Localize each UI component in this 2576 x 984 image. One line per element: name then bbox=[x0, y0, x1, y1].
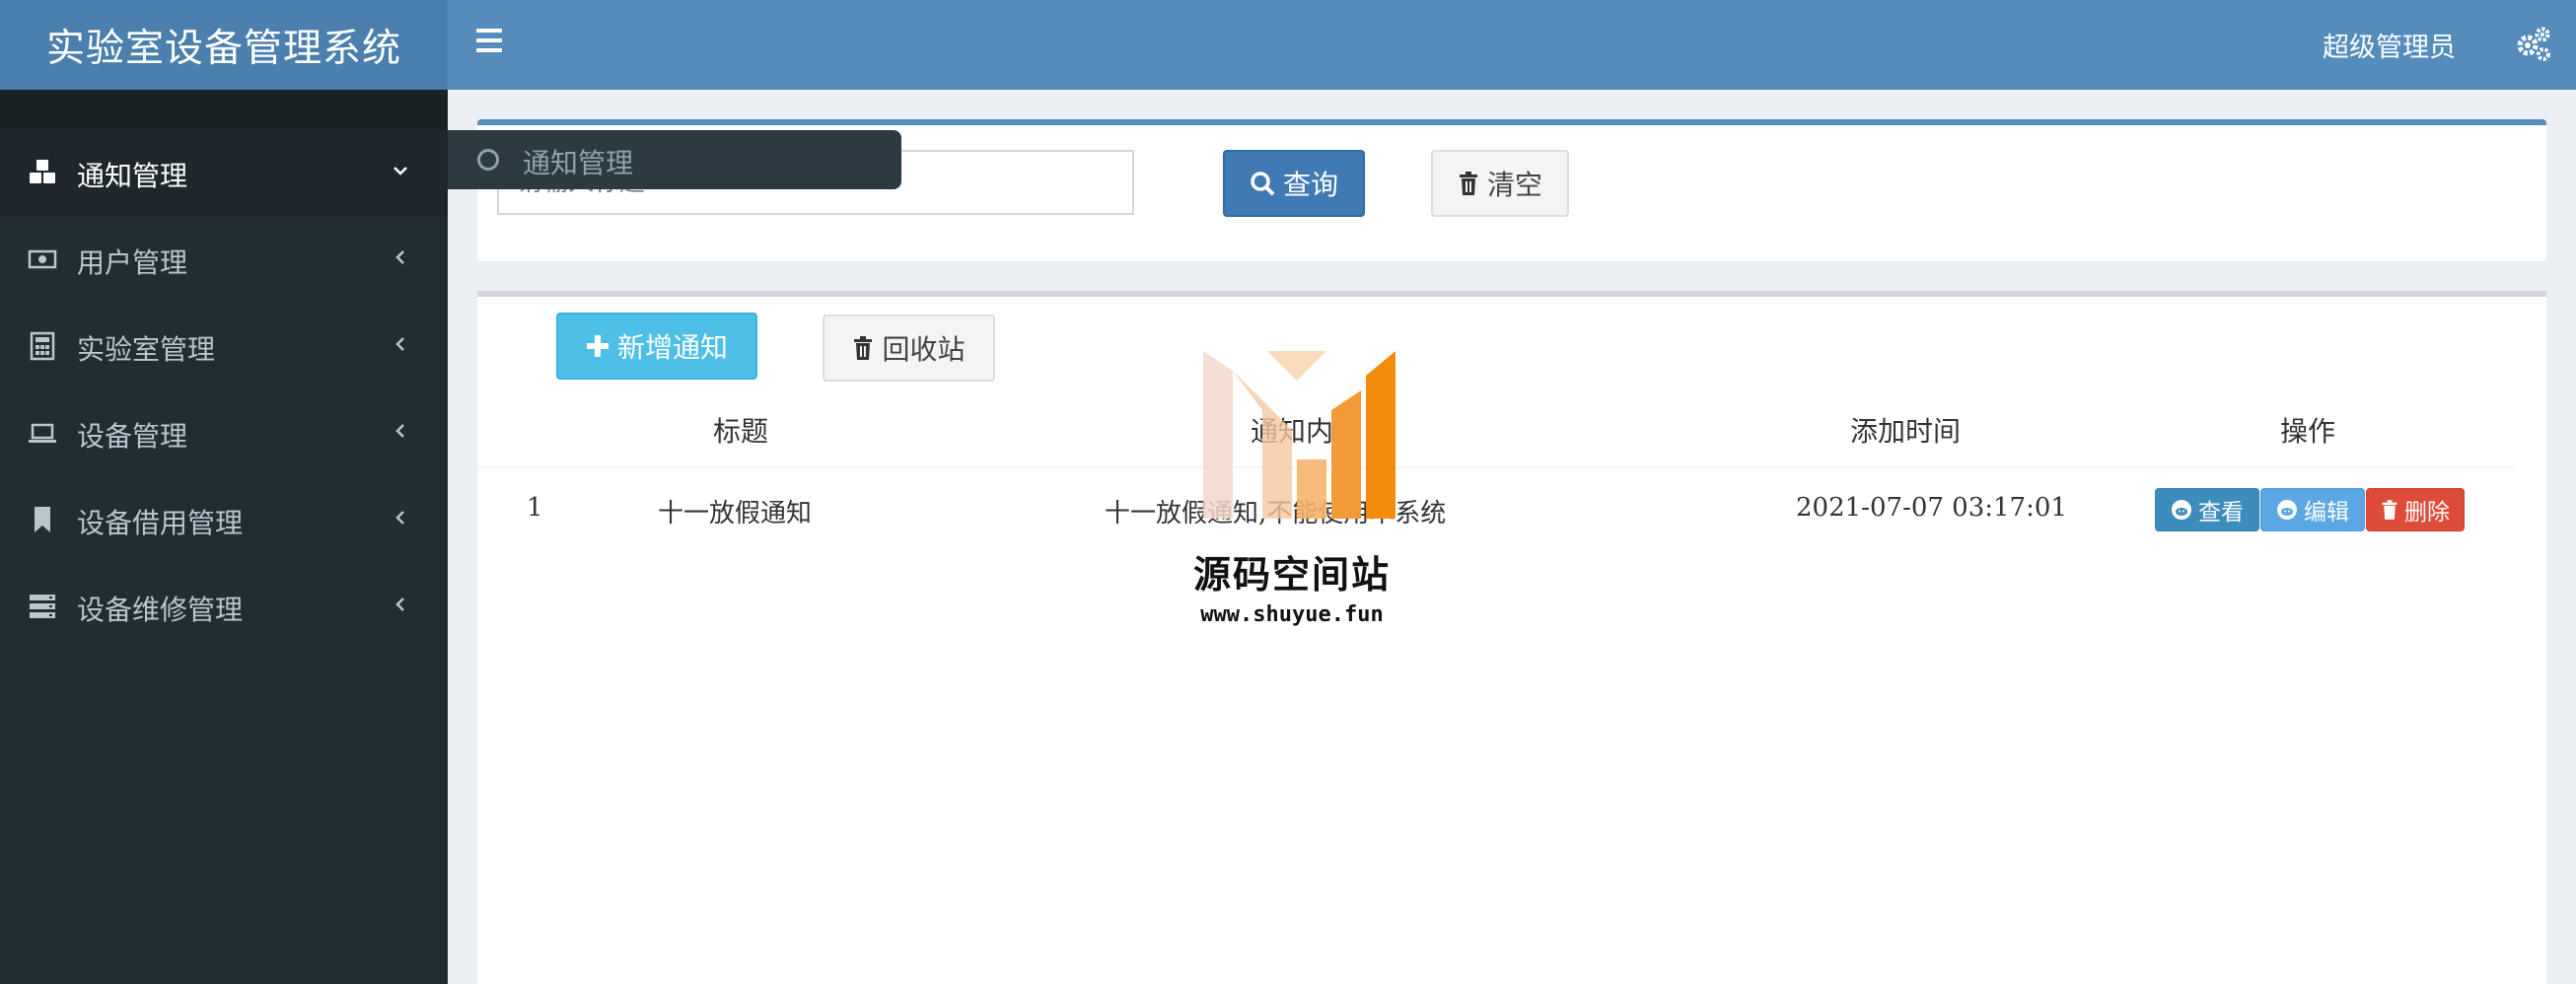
clear-button-label: 清空 bbox=[1486, 169, 1542, 201]
query-button-label: 查询 bbox=[1282, 169, 1338, 201]
query-button[interactable]: 查询 bbox=[1223, 150, 1365, 217]
watermark: 源码空间站 www.shuyue.fun bbox=[1174, 351, 1410, 627]
delete-button[interactable]: 删除 bbox=[2366, 488, 2465, 531]
sidebar-item-label: 通知管理 bbox=[77, 160, 188, 192]
money-icon bbox=[28, 249, 57, 269]
chevron-left-icon bbox=[395, 597, 404, 611]
column-header-actions: 操作 bbox=[2280, 415, 2336, 448]
bookmark-icon bbox=[35, 507, 50, 532]
user-menu[interactable]: 超级管理员 bbox=[2323, 26, 2456, 64]
sidebar-item-notice[interactable]: 通知管理 bbox=[0, 129, 448, 216]
recycle-bin-label: 回收站 bbox=[882, 333, 966, 366]
add-notice-label: 新增通知 bbox=[616, 331, 728, 364]
hamburger-icon[interactable] bbox=[476, 29, 502, 58]
gears-icon[interactable] bbox=[2513, 24, 2552, 63]
edit-button[interactable]: 编辑 bbox=[2260, 488, 2365, 531]
edit-button-label: 编辑 bbox=[2304, 500, 2349, 526]
sidebar-item-label: 设备管理 bbox=[77, 420, 188, 453]
search-icon bbox=[1251, 172, 1275, 196]
sidebar-header-strip bbox=[0, 90, 448, 129]
row-index: 1 bbox=[527, 493, 543, 523]
watermark-title: 源码空间站 bbox=[1192, 553, 1391, 597]
watermark-url: www.shuyue.fun bbox=[1200, 602, 1384, 627]
chevron-left-icon bbox=[395, 250, 404, 264]
sidebar-item-label: 用户管理 bbox=[77, 246, 188, 279]
chevron-left-icon bbox=[395, 424, 404, 438]
sidebar-item-label: 设备维修管理 bbox=[77, 594, 244, 626]
view-button-label: 查看 bbox=[2198, 500, 2244, 526]
chevron-down-icon bbox=[394, 167, 407, 176]
sidebar: 通知管理 用户管理 实验室管理 设备管理 设备借用管理 设备维修管理 bbox=[0, 90, 448, 984]
circle-o-icon bbox=[477, 149, 499, 171]
server-icon bbox=[30, 595, 55, 618]
recycle-bin-button[interactable]: 回收站 bbox=[823, 315, 995, 382]
sidebar-item-label: 设备借用管理 bbox=[77, 507, 244, 539]
add-notice-button[interactable]: 新增通知 bbox=[556, 313, 757, 380]
flyout-label: 通知管理 bbox=[523, 147, 634, 179]
chevron-left-icon bbox=[395, 337, 404, 351]
app-logo-title[interactable]: 实验室设备管理系统 bbox=[0, 0, 448, 90]
watermark-logo-icon bbox=[1203, 351, 1395, 519]
view-button[interactable]: 查看 bbox=[2155, 488, 2259, 531]
sidebar-item-equipment[interactable]: 设备管理 bbox=[0, 389, 448, 476]
laptop-icon bbox=[29, 423, 56, 443]
reddit-icon bbox=[2277, 500, 2297, 520]
sidebar-item-users[interactable]: 用户管理 bbox=[0, 216, 448, 303]
sidebar-item-labs[interactable]: 实验室管理 bbox=[0, 303, 448, 389]
plus-icon bbox=[586, 335, 608, 357]
clear-button[interactable]: 清空 bbox=[1431, 150, 1569, 217]
sidebar-item-borrow[interactable]: 设备借用管理 bbox=[0, 476, 448, 563]
sidebar-item-repair[interactable]: 设备维修管理 bbox=[0, 563, 448, 650]
reddit-icon bbox=[2172, 500, 2191, 520]
calculator-icon bbox=[30, 331, 55, 361]
cubes-icon bbox=[30, 160, 55, 183]
row-title: 十一放假通知 bbox=[658, 499, 813, 528]
table-header-divider bbox=[477, 466, 2515, 468]
trash-icon bbox=[2382, 500, 2397, 520]
row-time: 2021-07-07 03:17:01 bbox=[1796, 493, 2067, 523]
trash-icon bbox=[1459, 172, 1477, 195]
trash-icon bbox=[854, 336, 873, 360]
sidebar-flyout-notice[interactable]: 通知管理 bbox=[448, 130, 901, 189]
top-navbar: 实验室设备管理系统 超级管理员 bbox=[0, 0, 2576, 90]
sidebar-item-label: 实验室管理 bbox=[77, 333, 216, 366]
delete-button-label: 删除 bbox=[2404, 500, 2450, 526]
column-header-time: 添加时间 bbox=[1850, 415, 1962, 448]
chevron-left-icon bbox=[395, 511, 404, 525]
notice-list-panel: 新增通知 回收站 标题 通知内容 添加时间 操作 1 十一放假通知 十一放假通知… bbox=[477, 291, 2546, 984]
column-header-title: 标题 bbox=[713, 415, 769, 448]
